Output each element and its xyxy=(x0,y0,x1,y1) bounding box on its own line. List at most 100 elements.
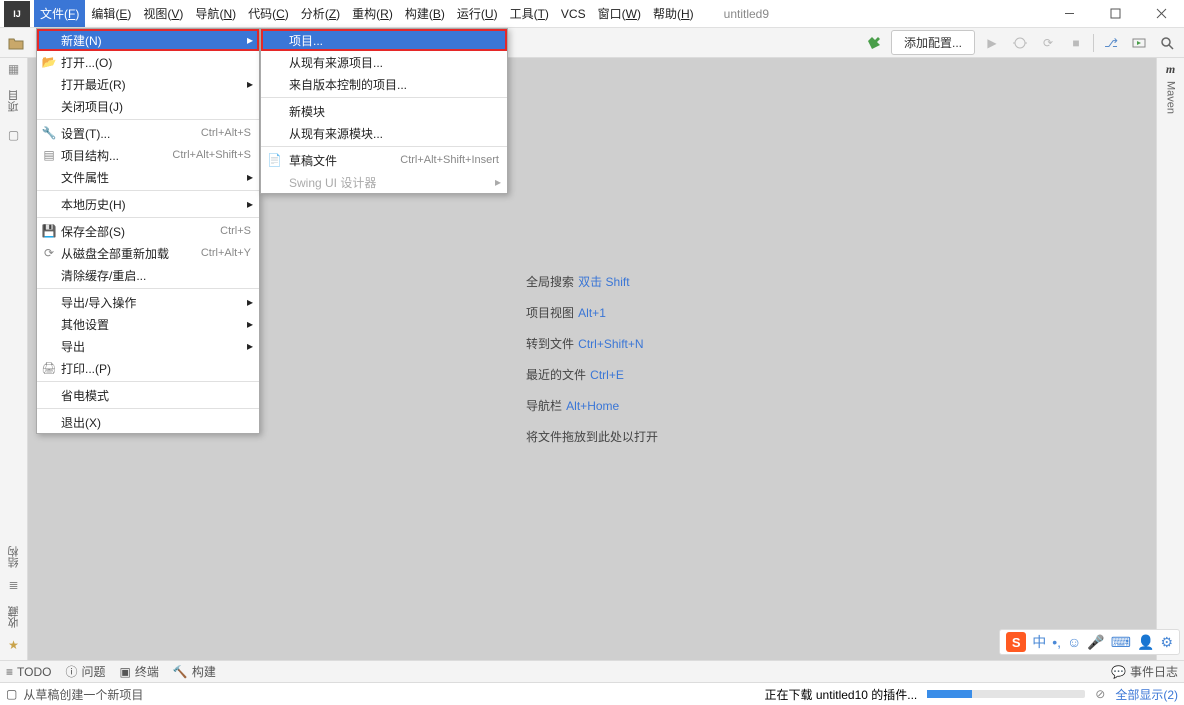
titlebar: IJ 文件(F) 编辑(E) 视图(V) 导航(N) 代码(C) 分析(Z) 重… xyxy=(0,0,1184,28)
structure-tool-label[interactable]: 结构 xyxy=(6,546,22,568)
file-clear-cache[interactable]: 清除缓存/重启... xyxy=(37,264,259,286)
wrench-icon: 🔧 xyxy=(41,125,57,141)
window-controls xyxy=(1046,0,1184,28)
right-tool-gutter: m Maven xyxy=(1156,58,1184,660)
todo-tool[interactable]: ≡TODO xyxy=(6,665,51,679)
new-submenu-dropdown: 项目... 从现有来源项目... 来自版本控制的项目... 新模块 从现有来源模… xyxy=(260,28,508,194)
left-tool-gutter: ▦ 项目 ▢ 结构 ≣ 收藏 ★ xyxy=(0,58,28,660)
project-tool-icon[interactable]: ▦ xyxy=(8,62,19,76)
hammer-icon: 🔨 xyxy=(173,665,188,679)
new-swing-ui[interactable]: Swing UI 设计器▸ xyxy=(261,171,507,193)
coverage-icon[interactable]: ⟳ xyxy=(1037,32,1059,54)
menu-navigate[interactable]: 导航(N) xyxy=(189,0,242,27)
new-project[interactable]: 项目... xyxy=(261,29,507,51)
run-icon[interactable]: ▶ xyxy=(981,32,1003,54)
terminal-tool[interactable]: ▣终端 xyxy=(120,663,159,680)
status-message: 从草稿创建一个新项目 xyxy=(23,686,143,703)
bottom-tool-bar: ≡TODO ⓘ问题 ▣终端 🔨构建 💬事件日志 xyxy=(0,660,1184,682)
status-window-icon[interactable]: ▢ xyxy=(6,687,17,701)
menu-file[interactable]: 文件(F) xyxy=(34,0,85,27)
structure-tool-icon[interactable]: ≣ xyxy=(8,578,18,592)
add-configuration-button[interactable]: 添加配置... xyxy=(891,30,975,55)
event-log-icon: 💬 xyxy=(1111,665,1126,679)
ime-emoji-icon[interactable]: ☺ xyxy=(1067,634,1081,650)
menu-edit[interactable]: 编辑(E) xyxy=(85,0,137,27)
menu-help[interactable]: 帮助(H) xyxy=(647,0,700,27)
structure-icon: ▤ xyxy=(41,147,57,163)
menu-tools[interactable]: 工具(T) xyxy=(504,0,555,27)
file-project-structure[interactable]: ▤ 项目结构...Ctrl+Alt+Shift+S xyxy=(37,144,259,166)
favorites-tool-icon[interactable]: ★ xyxy=(8,638,19,652)
open-icon[interactable] xyxy=(4,32,28,54)
open-folder-icon: 📂 xyxy=(41,54,57,70)
file-close-project[interactable]: 关闭项目(J) xyxy=(37,95,259,117)
print-icon: 🖨 xyxy=(41,360,57,376)
menu-refactor[interactable]: 重构(R) xyxy=(346,0,399,27)
file-save-all[interactable]: 💾 保存全部(S)Ctrl+S xyxy=(37,220,259,242)
new-project-from-sources[interactable]: 从现有来源项目... xyxy=(261,51,507,73)
file-settings[interactable]: 🔧 设置(T)...Ctrl+Alt+S xyxy=(37,122,259,144)
file-export-import[interactable]: 导出/导入操作▸ xyxy=(37,291,259,313)
app-icon: IJ xyxy=(4,1,30,27)
build-tool[interactable]: 🔨构建 xyxy=(173,663,216,680)
file-other-settings[interactable]: 其他设置▸ xyxy=(37,313,259,335)
download-progress xyxy=(927,690,1085,698)
menu-analyze[interactable]: 分析(Z) xyxy=(295,0,346,27)
problems-icon: ⓘ xyxy=(65,663,77,680)
cancel-download-icon[interactable]: ⊘ xyxy=(1095,687,1105,701)
close-button[interactable] xyxy=(1138,0,1184,28)
file-exit[interactable]: 退出(X) xyxy=(37,411,259,433)
scratch-icon: 📄 xyxy=(267,153,282,167)
event-log-tool[interactable]: 💬事件日志 xyxy=(1111,663,1178,680)
new-module[interactable]: 新模块 xyxy=(261,100,507,122)
maximize-button[interactable] xyxy=(1092,0,1138,28)
project-title: untitled9 xyxy=(724,7,769,21)
status-downloading: 正在下载 untitled10 的插件... xyxy=(765,686,918,703)
stop-icon[interactable]: ■ xyxy=(1065,32,1087,54)
file-export[interactable]: 导出▸ xyxy=(37,335,259,357)
file-reload[interactable]: ⟳ 从磁盘全部重新加载Ctrl+Alt+Y xyxy=(37,242,259,264)
maven-tool-label[interactable]: Maven xyxy=(1165,81,1177,114)
ime-settings-icon[interactable]: ⚙ xyxy=(1160,634,1173,651)
menu-code[interactable]: 代码(C) xyxy=(242,0,295,27)
new-module-from-sources[interactable]: 从现有来源模块... xyxy=(261,122,507,144)
minimize-button[interactable] xyxy=(1046,0,1092,28)
folder-icon[interactable]: ▢ xyxy=(8,128,19,142)
ime-keyboard-icon[interactable]: ⌨ xyxy=(1111,634,1131,651)
menu-window[interactable]: 窗口(W) xyxy=(592,0,647,27)
file-power-save[interactable]: 省电模式 xyxy=(37,384,259,406)
save-icon: 💾 xyxy=(41,223,57,239)
file-new[interactable]: 新建(N)▸ xyxy=(37,29,259,51)
ime-user-icon[interactable]: 👤 xyxy=(1137,634,1154,651)
menu-build[interactable]: 构建(B) xyxy=(399,0,451,27)
maven-icon[interactable]: m xyxy=(1166,62,1175,77)
ime-tray[interactable]: S 中 •, ☺ 🎤 ⌨ 👤 ⚙ xyxy=(999,629,1180,655)
project-tool-label[interactable]: 项目 xyxy=(6,90,22,112)
search-icon[interactable] xyxy=(1156,32,1178,54)
ime-punct-icon[interactable]: •, xyxy=(1052,634,1061,650)
favorites-tool-label[interactable]: 收藏 xyxy=(6,606,22,628)
file-print[interactable]: 🖨 打印...(P) xyxy=(37,357,259,379)
reload-icon: ⟳ xyxy=(41,245,57,261)
ime-lang[interactable]: 中 xyxy=(1032,632,1046,652)
show-all-link[interactable]: 全部显示(2) xyxy=(1115,686,1178,703)
git-icon[interactable]: ⎇ xyxy=(1100,32,1122,54)
file-properties[interactable]: 文件属性▸ xyxy=(37,166,259,188)
menu-vcs[interactable]: VCS xyxy=(555,0,592,27)
todo-icon: ≡ xyxy=(6,665,13,679)
ime-mic-icon[interactable]: 🎤 xyxy=(1087,634,1104,651)
problems-tool[interactable]: ⓘ问题 xyxy=(65,663,105,680)
file-open[interactable]: 📂 打开...(O) xyxy=(37,51,259,73)
file-local-history[interactable]: 本地历史(H)▸ xyxy=(37,193,259,215)
menu-view[interactable]: 视图(V) xyxy=(137,0,189,27)
new-project-from-vcs[interactable]: 来自版本控制的项目... xyxy=(261,73,507,95)
menu-run[interactable]: 运行(U) xyxy=(451,0,504,27)
welcome-hints: 全局搜索 双击 Shift 项目视图 Alt+1 转到文件 Ctrl+Shift… xyxy=(526,259,658,459)
sogou-logo-icon: S xyxy=(1006,632,1026,652)
new-scratch[interactable]: 📄 草稿文件Ctrl+Alt+Shift+Insert xyxy=(261,149,507,171)
file-open-recent[interactable]: 打开最近(R)▸ xyxy=(37,73,259,95)
build-icon[interactable] xyxy=(863,32,885,54)
bottom-bars: ≡TODO ⓘ问题 ▣终端 🔨构建 💬事件日志 ▢ 从草稿创建一个新项目 正在下… xyxy=(0,660,1184,705)
debug-icon[interactable] xyxy=(1009,32,1031,54)
run-config-icon[interactable] xyxy=(1128,32,1150,54)
